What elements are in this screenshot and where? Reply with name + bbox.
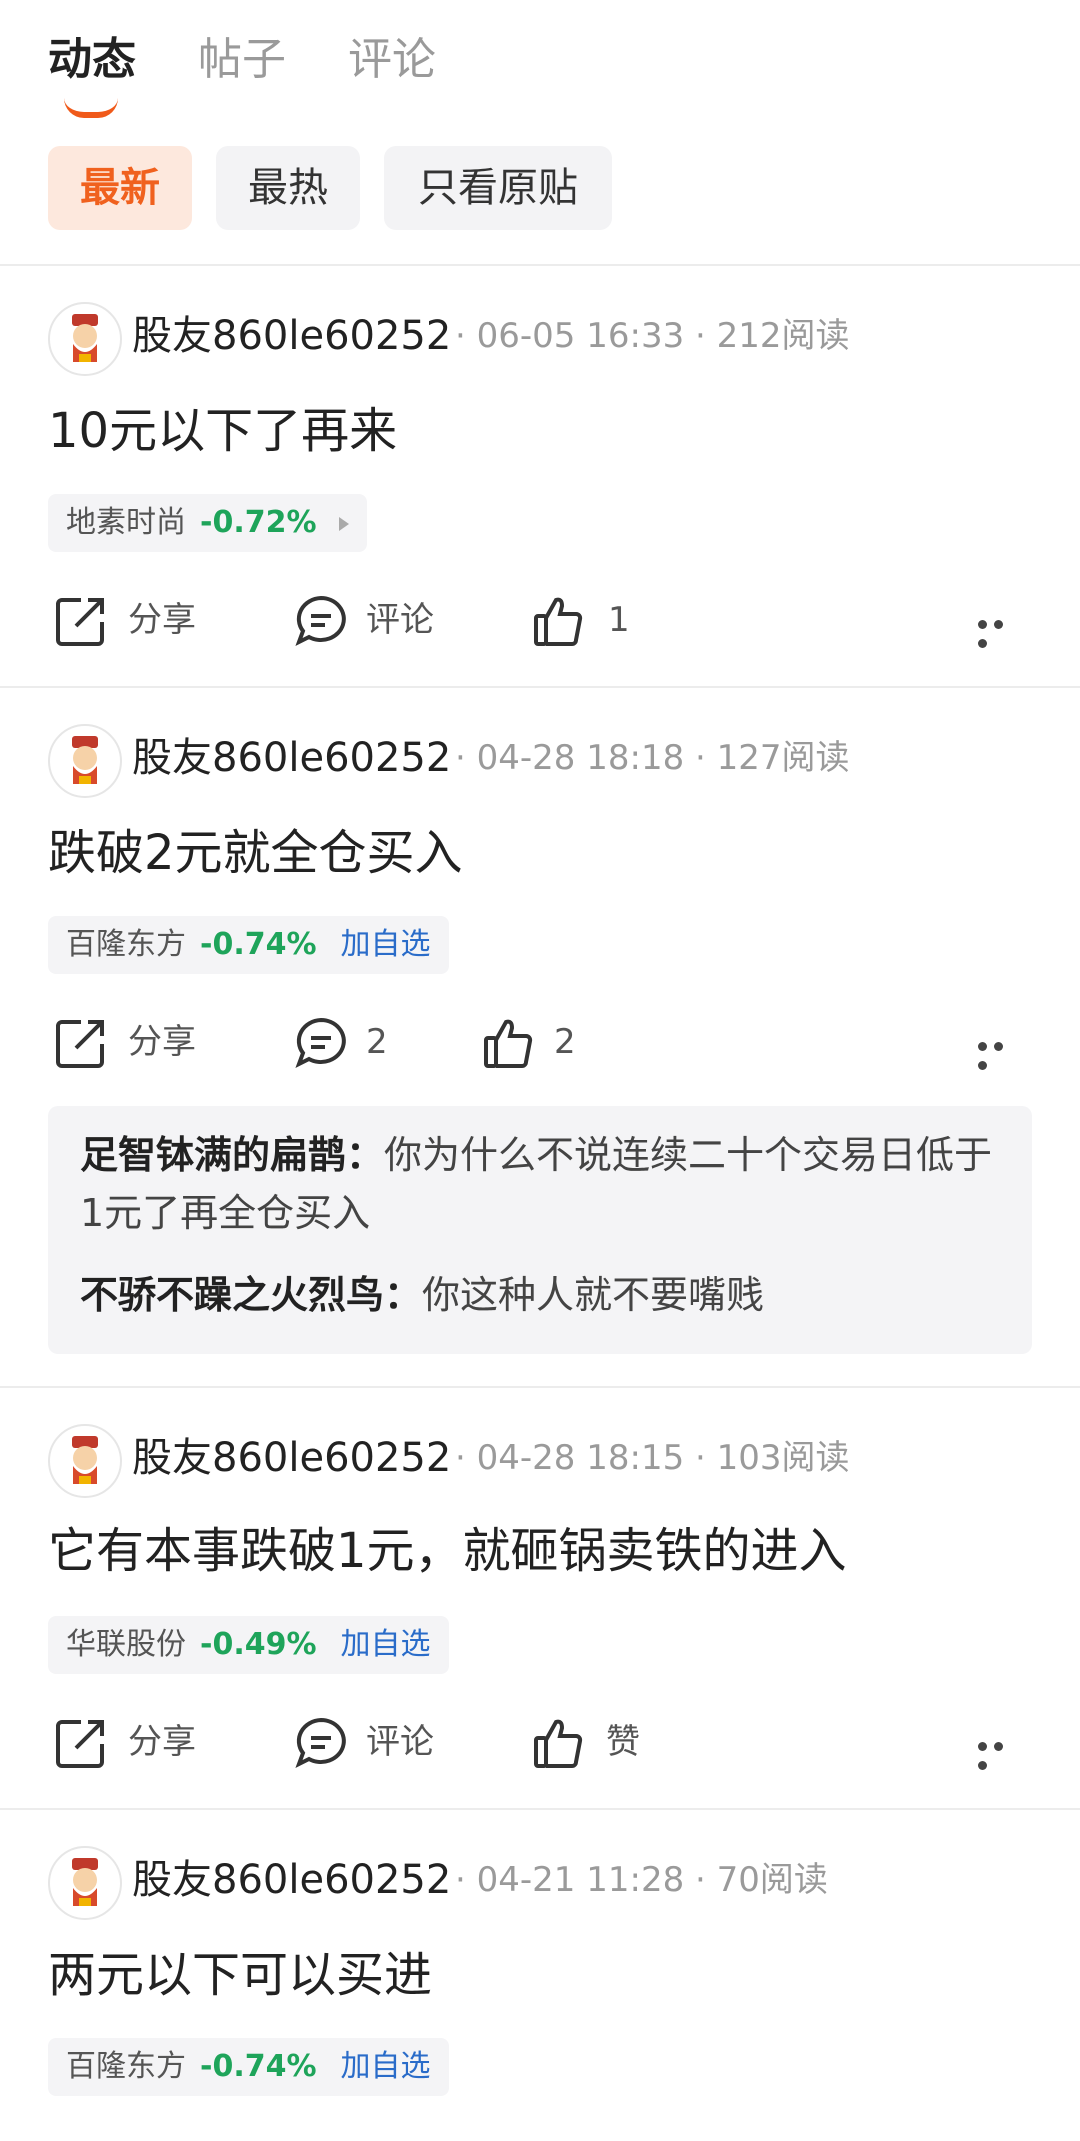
comment-icon: [295, 1017, 346, 1069]
share-label: 分享: [128, 1722, 196, 1762]
top-tabs: 动态 帖子 评论: [0, 0, 1080, 140]
share-button[interactable]: 分享: [54, 1712, 214, 1772]
author-name[interactable]: 股友860le60252: [132, 306, 451, 366]
comment-button[interactable]: 评论: [294, 1712, 454, 1772]
like-count: 2: [554, 1022, 576, 1062]
stock-name: 百隆东方: [66, 2049, 186, 2084]
comment-item[interactable]: 足智钵满的扁鹊：你为什么不说连续二十个交易日低于1元了再全仓买入: [80, 1126, 1000, 1242]
comment-label: 评论: [366, 600, 434, 640]
share-label: 分享: [128, 600, 196, 640]
add-watchlist-button[interactable]: 加自选: [341, 2049, 431, 2084]
post-item[interactable]: 股友860le60252 · 04-28 18:15 · 103阅读 它有本事跌…: [0, 1388, 1080, 1808]
post-item[interactable]: 股友860le60252 · 06-05 16:33 · 212阅读 10元以下…: [0, 266, 1080, 686]
stock-tag[interactable]: 华联股份 -0.49% 加自选: [48, 1616, 449, 1674]
post-meta: · 04-28 18:15 · 103阅读: [455, 1438, 850, 1478]
author-name[interactable]: 股友860le60252: [132, 1850, 451, 1910]
comment-preview-box[interactable]: 足智钵满的扁鹊：你为什么不说连续二十个交易日低于1元了再全仓买入 不骄不躁之火烈…: [48, 1106, 1032, 1354]
comment-item[interactable]: 不骄不躁之火烈鸟：你这种人就不要嘴贱: [80, 1266, 1000, 1324]
like-button[interactable]: 1: [532, 590, 652, 650]
share-icon: [56, 1020, 104, 1068]
post-content[interactable]: 它有本事跌破1元，就砸锅卖铁的进入: [48, 1516, 847, 1586]
post-item[interactable]: 股友860le60252 · 04-21 11:28 · 70阅读 两元以下可以…: [0, 1810, 1080, 2141]
add-watchlist-button[interactable]: 加自选: [341, 1627, 431, 1662]
stock-tag[interactable]: 地素时尚 -0.72%: [48, 494, 367, 552]
tab-dynamics[interactable]: 动态: [48, 28, 136, 92]
like-label: 赞: [606, 1722, 640, 1762]
play-arrow-icon: [338, 516, 349, 531]
avatar[interactable]: [48, 302, 122, 376]
read-count: 127阅读: [716, 738, 850, 778]
filter-hottest[interactable]: 最热: [216, 146, 360, 230]
read-count: 70阅读: [716, 1860, 828, 1900]
stock-change: -0.72%: [200, 505, 317, 540]
post-meta: · 04-28 18:18 · 127阅读: [455, 738, 850, 778]
more-options-icon[interactable]: [978, 1036, 1024, 1070]
like-button[interactable]: 2: [482, 1012, 602, 1072]
more-options-icon[interactable]: [978, 1736, 1024, 1770]
post-meta: · 06-05 16:33 · 212阅读: [455, 316, 850, 356]
fortune-god-avatar-icon: [51, 727, 119, 795]
filter-latest[interactable]: 最新: [48, 146, 192, 230]
comment-icon: [295, 1717, 346, 1769]
stock-tag[interactable]: 百隆东方 -0.74% 加自选: [48, 2038, 449, 2096]
fortune-god-avatar-icon: [51, 1427, 119, 1495]
fortune-god-avatar-icon: [51, 305, 119, 373]
stock-change: -0.74%: [200, 927, 317, 962]
stock-tag[interactable]: 百隆东方 -0.74% 加自选: [48, 916, 449, 974]
post-item[interactable]: 股友860le60252 · 04-28 18:18 · 127阅读 跌破2元就…: [0, 688, 1080, 1388]
share-icon: [56, 598, 104, 646]
share-icon: [56, 1720, 104, 1768]
author-name[interactable]: 股友860le60252: [132, 1428, 451, 1488]
comment-button[interactable]: 2: [294, 1012, 414, 1072]
post-content[interactable]: 两元以下可以买进: [48, 1940, 432, 2010]
comment-text: 你这种人就不要嘴贱: [422, 1273, 765, 1317]
stock-name: 华联股份: [66, 1627, 186, 1662]
stock-change: -0.49%: [200, 1627, 317, 1662]
comment-icon: [295, 595, 346, 647]
post-date: 04-28 18:18: [476, 738, 685, 778]
post-meta: · 04-21 11:28 · 70阅读: [455, 1860, 828, 1900]
thumbs-up-icon: [534, 597, 583, 646]
post-date: 06-05 16:33: [476, 316, 685, 356]
avatar[interactable]: [48, 1424, 122, 1498]
comment-label: 评论: [366, 1722, 434, 1762]
stock-name: 地素时尚: [66, 505, 186, 540]
post-date: 04-21 11:28: [476, 1860, 685, 1900]
active-tab-indicator: [64, 98, 118, 118]
like-count: 1: [608, 600, 630, 640]
avatar[interactable]: [48, 724, 122, 798]
author-name[interactable]: 股友860le60252: [132, 728, 451, 788]
add-watchlist-button[interactable]: 加自选: [341, 927, 431, 962]
filter-original-only[interactable]: 只看原贴: [384, 146, 612, 230]
commenter-name[interactable]: 足智钵满的扁鹊：: [80, 1133, 384, 1177]
stock-name: 百隆东方: [66, 927, 186, 962]
post-content[interactable]: 10元以下了再来: [48, 396, 397, 466]
tab-comments[interactable]: 评论: [348, 28, 436, 92]
comment-count: 2: [366, 1022, 388, 1062]
more-options-icon[interactable]: [978, 614, 1024, 648]
post-content[interactable]: 跌破2元就全仓买入: [48, 818, 463, 888]
post-date: 04-28 18:15: [476, 1438, 685, 1478]
thumbs-up-icon: [534, 1719, 583, 1768]
sort-filters: 最新 最热 只看原贴: [0, 146, 1080, 230]
share-button[interactable]: 分享: [54, 590, 214, 650]
read-count: 212阅读: [716, 316, 850, 356]
stock-change: -0.74%: [200, 2049, 317, 2084]
fortune-god-avatar-icon: [51, 1849, 119, 1917]
comment-button[interactable]: 评论: [294, 590, 454, 650]
thumbs-up-icon: [484, 1019, 533, 1068]
read-count: 103阅读: [716, 1438, 850, 1478]
like-button[interactable]: 赞: [532, 1712, 652, 1772]
share-label: 分享: [128, 1022, 196, 1062]
commenter-name[interactable]: 不骄不躁之火烈鸟：: [80, 1273, 422, 1317]
tab-posts[interactable]: 帖子: [198, 28, 286, 92]
share-button[interactable]: 分享: [54, 1012, 214, 1072]
avatar[interactable]: [48, 1846, 122, 1920]
